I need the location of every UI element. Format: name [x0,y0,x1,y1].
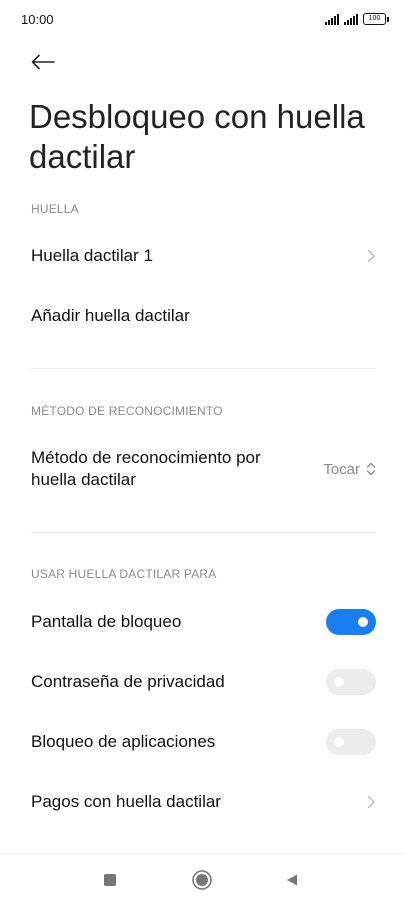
lock-screen-label: Pantalla de bloqueo [31,612,182,631]
back-nav-button[interactable] [280,868,304,892]
recognition-method-item[interactable]: Método de reconocimiento por huella dact… [31,446,376,492]
chevron-right-icon [367,249,375,263]
status-bar: 10:00 100 [0,0,406,40]
section-header-huella: HUELLA [31,202,79,216]
section-header-metodo: MÉTODO DE RECONOCIMIENTO [31,404,223,418]
fingerprint-payments-label: Pagos con huella dactilar [31,792,221,811]
battery-icon: 100 [363,13,389,25]
divider [31,532,376,533]
recents-button[interactable] [98,868,122,892]
toggle-knob [334,677,344,687]
back-button[interactable] [26,48,60,76]
recognition-method-value: Tocar [323,460,360,478]
lock-screen-item[interactable]: Pantalla de bloqueo [31,600,376,644]
status-time: 10:00 [21,12,54,27]
fingerprint-1-item[interactable]: Huella dactilar 1 [31,234,376,278]
app-lock-item[interactable]: Bloqueo de aplicaciones [31,720,376,764]
divider [31,368,376,369]
recognition-method-select[interactable]: Tocar [323,461,376,478]
toggle-knob [358,617,368,627]
privacy-password-label: Contraseña de privacidad [31,672,225,691]
circle-home-icon [192,870,212,890]
page-title: Desbloqueo con huella dactilar [29,98,365,175]
signal-icon [344,14,358,25]
section-header-usar: USAR HUELLA DACTILAR PARA [31,567,217,581]
status-icons: 100 [325,13,389,25]
privacy-password-item[interactable]: Contraseña de privacidad [31,660,376,704]
privacy-password-toggle[interactable] [326,669,376,695]
triangle-back-icon [287,874,297,886]
toggle-knob [334,737,344,747]
chevron-up-down-icon [366,462,376,476]
arrow-left-icon [31,54,55,70]
add-fingerprint-label: Añadir huella dactilar [31,306,190,325]
home-button[interactable] [190,868,214,892]
app-lock-label: Bloqueo de aplicaciones [31,732,216,751]
app-lock-toggle[interactable] [326,729,376,755]
fingerprint-1-label: Huella dactilar 1 [31,246,153,265]
lock-screen-toggle[interactable] [326,609,376,635]
chevron-right-icon [367,795,375,809]
signal-icon [325,14,339,25]
square-icon [104,874,116,886]
recognition-method-label: Método de reconocimiento por huella dact… [31,448,261,489]
fingerprint-payments-item[interactable]: Pagos con huella dactilar [31,780,376,824]
navigation-bar [0,853,406,902]
add-fingerprint-item[interactable]: Añadir huella dactilar [31,294,376,338]
battery-level: 100 [368,15,381,22]
